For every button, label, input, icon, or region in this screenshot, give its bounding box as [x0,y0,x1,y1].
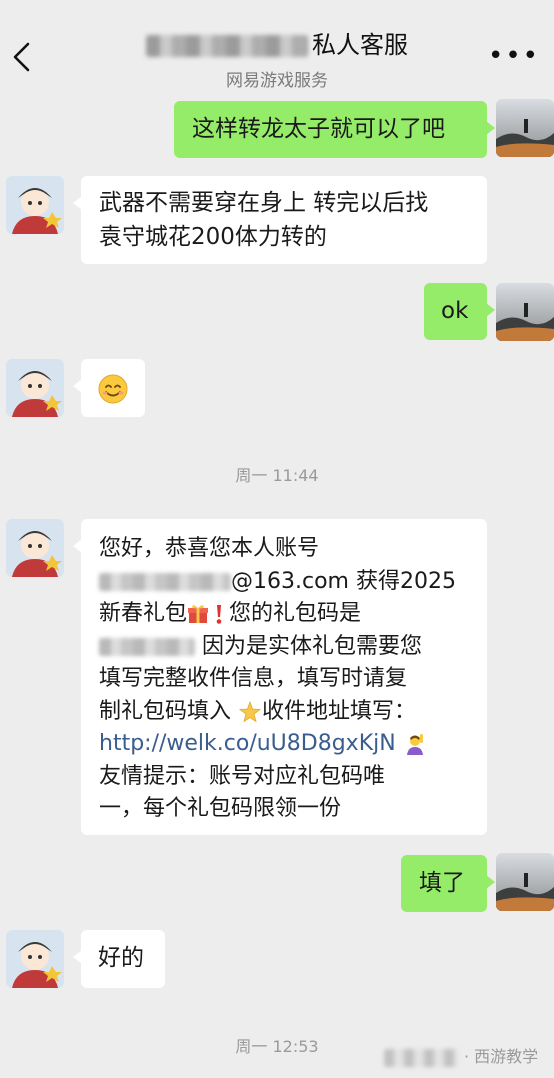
exclamation-emoji-icon [216,605,222,624]
service-avatar[interactable] [6,930,64,988]
person-raising-hand-emoji-icon [406,734,423,755]
message-bubble[interactable]: 您好，恭喜您本人账号 @163.com 获得2025 新春礼包 您的礼包码是 因为… [73,519,487,835]
blurred-gift-code [99,637,195,656]
blurred-watermark [384,1048,458,1067]
gift-emoji-icon [188,605,209,623]
message-bubble[interactable]: 武器不需要穿在身上 转完以后找 袁守城花200体力转的 [73,176,487,264]
timestamp: 周一 11:44 [235,466,319,485]
chat-header: 私人客服 网易游戏服务 ••• [0,0,554,94]
watermark: · 西游教学 [384,1043,538,1067]
message-bubble[interactable]: 填了 [401,855,495,912]
my-avatar[interactable] [496,853,554,911]
chat-title: 私人客服 [0,28,554,62]
smile-emoji-icon [98,374,128,403]
chat-subtitle: 网易游戏服务 [226,71,328,91]
sparkle-star-emoji-icon [238,700,262,722]
service-avatar[interactable] [6,359,64,417]
more-icon[interactable]: ••• [488,43,540,69]
blurred-name [146,35,308,57]
service-avatar[interactable] [6,176,64,234]
service-avatar[interactable] [6,519,64,577]
message-bubble[interactable]: ok [424,283,495,340]
my-avatar[interactable] [496,99,554,157]
gift-link[interactable]: http://welk.co/uU8D8gxKjN [99,731,396,756]
message-bubble[interactable]: 好的 [73,930,165,988]
my-avatar[interactable] [496,283,554,341]
message-bubble[interactable]: 这样转龙太子就可以了吧 [174,101,495,158]
message-bubble[interactable] [73,359,145,417]
blurred-account [99,572,231,591]
